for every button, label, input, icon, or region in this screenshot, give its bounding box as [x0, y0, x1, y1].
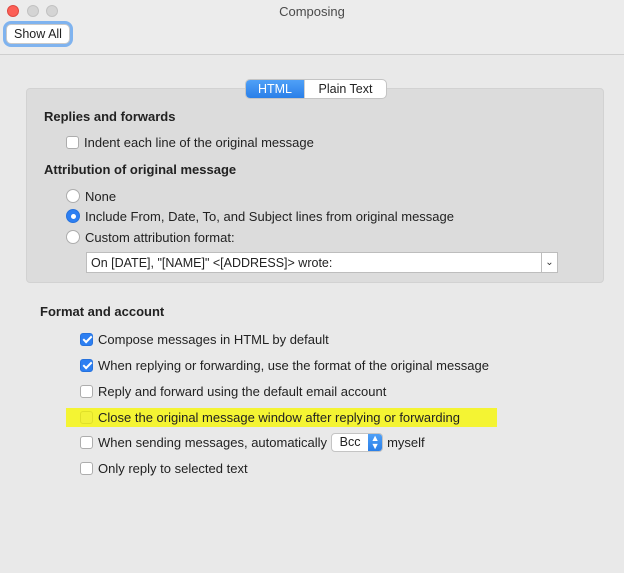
auto-bcc-checkbox[interactable] [80, 435, 93, 449]
indent-label: Indent each line of the original message [84, 134, 314, 150]
close-window-label: Close the original message window after … [98, 409, 461, 425]
myself-label: myself [387, 434, 425, 450]
default-account-option[interactable]: Reply and forward using the default emai… [80, 382, 386, 400]
none-radio[interactable] [66, 189, 80, 203]
attribution-option-include[interactable]: Include From, Date, To, and Subject line… [66, 207, 454, 225]
original-format-option[interactable]: When replying or forwarding, use the for… [80, 356, 489, 374]
custom-attribution-value[interactable]: On [DATE], "[NAME]" <[ADDRESS]> wrote: [87, 256, 541, 270]
replies-forwards-heading: Replies and forwards [44, 109, 176, 124]
default-account-checkbox[interactable] [80, 384, 93, 398]
original-format-checkbox[interactable] [80, 358, 93, 372]
window-title: Composing [279, 4, 345, 19]
html-default-label: Compose messages in HTML by default [98, 331, 329, 347]
attribution-option-none[interactable]: None [66, 187, 116, 205]
original-format-label: When replying or forwarding, use the for… [98, 357, 489, 373]
format-tab-control: HTML Plain Text [245, 79, 387, 99]
auto-bcc-label: When sending messages, automatically [98, 434, 328, 450]
tab-plain-text[interactable]: Plain Text [304, 80, 386, 98]
custom-format-radio[interactable] [66, 230, 80, 244]
attribution-option-custom[interactable]: Custom attribution format: [66, 228, 235, 246]
default-account-label: Reply and forward using the default emai… [98, 383, 387, 399]
auto-bcc-option[interactable]: When sending messages, automatically Bcc… [80, 432, 425, 452]
html-default-checkbox[interactable] [80, 332, 93, 346]
indent-option[interactable]: Indent each line of the original message [66, 133, 314, 151]
bcc-select[interactable]: Bcc ▲ ▼ [331, 432, 384, 452]
tab-html[interactable]: HTML [246, 80, 304, 98]
title-bar: Composing Show All [0, 0, 624, 55]
close-window-checkbox[interactable] [80, 410, 93, 424]
selected-text-label: Only reply to selected text [98, 460, 248, 476]
attribution-heading: Attribution of original message [44, 162, 237, 177]
bcc-select-value: Bcc [339, 435, 361, 449]
custom-format-label: Custom attribution format: [85, 229, 235, 245]
show-all-button[interactable]: Show All [6, 24, 70, 44]
chevron-down-icon[interactable]: ⌄ [541, 253, 557, 272]
updown-chevron-icon: ▲ ▼ [368, 433, 383, 451]
indent-checkbox[interactable] [66, 135, 79, 149]
selected-text-checkbox[interactable] [80, 461, 93, 475]
include-lines-radio[interactable] [66, 209, 80, 223]
include-lines-label: Include From, Date, To, and Subject line… [85, 208, 454, 224]
custom-attribution-field[interactable]: On [DATE], "[NAME]" <[ADDRESS]> wrote: ⌄ [86, 252, 558, 273]
html-default-option[interactable]: Compose messages in HTML by default [80, 330, 329, 348]
selected-text-option[interactable]: Only reply to selected text [80, 459, 248, 477]
none-label: None [85, 188, 117, 204]
format-account-heading: Format and account [40, 304, 165, 319]
close-window-option[interactable]: Close the original message window after … [80, 408, 460, 426]
